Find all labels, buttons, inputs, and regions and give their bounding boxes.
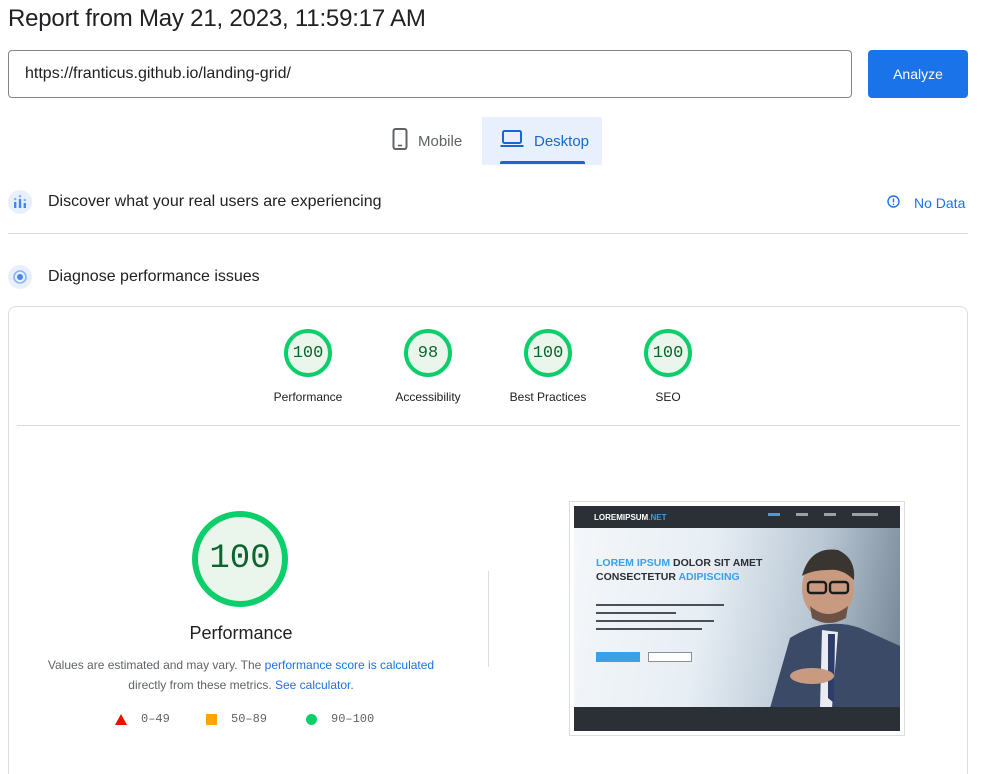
gauge-best-practices-score: 100 xyxy=(524,329,572,377)
legend-pass: 90–100 xyxy=(306,712,374,726)
screenshot-body-copy xyxy=(596,604,724,636)
screenshot-button-primary xyxy=(596,652,640,662)
tab-desktop-label: Desktop xyxy=(534,132,590,150)
gauge-accessibility-score: 98 xyxy=(404,329,452,377)
diagnose-icon xyxy=(8,265,32,289)
circle-icon xyxy=(306,713,317,725)
see-calculator-link[interactable]: See calculator. xyxy=(275,678,354,692)
tab-mobile-label: Mobile xyxy=(418,132,463,150)
field-data-title: Discover what your real users are experi… xyxy=(48,193,382,210)
gauge-seo[interactable]: 100 SEO xyxy=(608,329,728,404)
screenshot-navbar: LOREMIPSUM.NET xyxy=(574,506,900,528)
mobile-phone-icon xyxy=(392,128,408,154)
businessman-photo xyxy=(770,549,900,708)
laptop-icon xyxy=(500,130,524,152)
report-title: Report from May 21, 2023, 11:59:17 AM xyxy=(8,5,426,32)
legend-average-range: 50–89 xyxy=(231,712,268,726)
page-screenshot: LOREMIPSUM.NET LOREM IPSUM DOLOR SIT AME… xyxy=(569,501,905,736)
triangle-icon xyxy=(115,713,127,725)
legend-average: 50–89 xyxy=(206,712,267,726)
lab-results-panel: 100 Performance 98 Accessibility 100 Bes… xyxy=(8,306,968,774)
field-data-section: Discover what your real users are experi… xyxy=(8,190,381,214)
gauge-best-practices-label: Best Practices xyxy=(509,390,587,404)
info-icon xyxy=(887,195,900,211)
url-input[interactable] xyxy=(8,50,852,98)
gauge-seo-label: SEO xyxy=(655,390,681,404)
gauge-accessibility[interactable]: 98 Accessibility xyxy=(368,329,488,404)
lab-data-section: Diagnose performance issues xyxy=(8,265,260,289)
square-icon xyxy=(206,713,217,725)
legend-fail-range: 0–49 xyxy=(141,712,170,726)
active-tab-indicator xyxy=(500,161,585,164)
legend-fail: 0–49 xyxy=(115,712,170,726)
tab-desktop[interactable]: Desktop xyxy=(482,117,602,165)
gauge-best-practices[interactable]: 100 Best Practices xyxy=(488,329,608,404)
analyze-button[interactable]: Analyze xyxy=(868,50,968,98)
section-divider xyxy=(8,233,968,234)
performance-score-link[interactable]: performance score is calculated xyxy=(265,658,434,672)
gauge-performance[interactable]: 100 Performance xyxy=(248,329,368,404)
lab-data-title: Diagnose performance issues xyxy=(48,268,260,285)
screenshot-footer xyxy=(574,707,900,731)
gauge-seo-score: 100 xyxy=(644,329,692,377)
users-chart-icon xyxy=(8,190,32,214)
performance-main-label: Performance xyxy=(189,623,293,643)
gauge-performance-score: 100 xyxy=(284,329,332,377)
no-data-label: No Data xyxy=(914,195,966,211)
screenshot-headline: LOREM IPSUM DOLOR SIT AMET CONSECTETUR A… xyxy=(596,557,763,583)
screenshot-button-secondary xyxy=(648,652,692,662)
panel-divider xyxy=(17,425,960,426)
gauge-accessibility-label: Accessibility xyxy=(395,390,461,404)
tab-mobile[interactable]: Mobile xyxy=(384,117,482,165)
no-data-link[interactable]: No Data xyxy=(887,195,965,211)
gauge-performance-label: Performance xyxy=(273,390,343,404)
screenshot-logo: LOREMIPSUM.NET xyxy=(594,512,667,522)
performance-main-gauge: 100 xyxy=(192,511,288,607)
legend-pass-range: 90–100 xyxy=(331,712,375,726)
performance-description: Values are estimated and may vary. The p… xyxy=(47,658,435,692)
vertical-divider xyxy=(488,571,489,667)
